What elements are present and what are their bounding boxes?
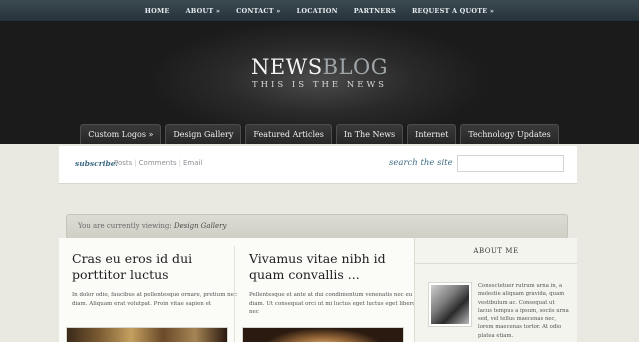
subscribe-links: Posts | Comments | Email [114,159,202,167]
about-text: Consectetuer rutrum urna in, a molestie … [478,283,569,339]
topnav-contact[interactable]: CONTACT » [228,7,288,15]
breadcrumb: You are currently viewing: Design Galler… [66,214,568,239]
subscribe-label: subscribe: [75,159,119,168]
category-navigation: Custom Logos » Design Gallery Featured A… [0,124,639,144]
topnav-request-quote[interactable]: REQUEST A QUOTE » [404,7,502,15]
subscribe-email-link[interactable]: Email [183,159,202,167]
post-card: Cras eu eros id dui porttitor luctus In … [72,251,240,308]
subscribe-posts-link[interactable]: Posts [114,159,132,167]
logo-blog: BLOG [322,55,389,79]
tab-custom-logos[interactable]: Custom Logos » [80,124,162,144]
post-excerpt: Pellentesque et ante at dui condimentum … [249,292,416,315]
breadcrumb-current: Design Gallery [174,222,227,230]
post-title[interactable]: Cras eu eros id dui porttitor luctus [72,251,240,283]
topnav-partners[interactable]: PARTNERS [346,7,404,15]
post-card: Vivamus vitae nibh id quam convallis ...… [249,251,417,317]
avatar [431,285,469,324]
tab-technology-updates[interactable]: Technology Updates [460,124,559,144]
logo-news: NEWS [250,55,323,79]
breadcrumb-prefix: You are currently viewing: [78,222,172,230]
about-photo [428,282,472,327]
search-input[interactable] [457,155,564,172]
column-divider [234,246,235,342]
site-tagline: THIS IS THE NEWS [251,80,388,90]
top-navigation: HOME ABOUT » CONTACT » LOCATION PARTNERS… [0,0,639,22]
sidebar-heading: ABOUT ME [415,238,577,264]
tab-internet[interactable]: Internet [407,124,457,144]
tab-in-the-news[interactable]: In The News [335,124,404,144]
tab-featured-articles[interactable]: Featured Articles [245,124,332,144]
topnav-location[interactable]: LOCATION [289,7,346,15]
topnav-home[interactable]: HOME [137,7,178,15]
post-thumbnail[interactable] [242,327,404,342]
topnav-about[interactable]: ABOUT » [178,7,229,15]
sidebar: ABOUT ME Consectetuer rutrum urna in, a … [414,238,577,342]
tab-design-gallery[interactable]: Design Gallery [165,124,242,144]
site-logo[interactable]: NEWSBLOG THIS IS THE NEWS [0,56,639,90]
breadcrumb-text: You are currently viewing: Design Galler… [78,222,227,230]
post-title[interactable]: Vivamus vitae nibh id quam convallis ... [249,251,417,283]
post-excerpt: In dolor odio, faucibus at pellentesque … [72,292,238,307]
post-thumbnail[interactable] [66,327,228,342]
subscribe-comments-link[interactable]: Comments [139,159,177,167]
search-label: search the site [389,158,453,168]
subscribe-search-bar: subscribe: Posts | Comments | Email search t… [59,146,577,184]
